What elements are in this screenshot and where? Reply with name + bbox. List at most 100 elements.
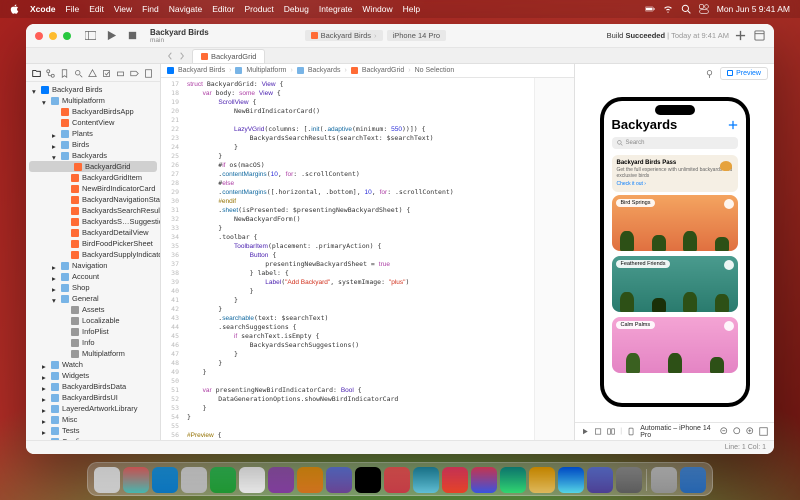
run-icon[interactable] xyxy=(106,30,117,41)
tree-item[interactable]: ▸Account xyxy=(26,271,160,282)
dock-downloads[interactable] xyxy=(651,467,677,493)
dock-trash[interactable] xyxy=(680,467,706,493)
stop-icon[interactable] xyxy=(127,30,138,41)
search-icon[interactable] xyxy=(681,4,691,14)
dock-settings[interactable] xyxy=(616,467,642,493)
dock-app1[interactable] xyxy=(442,467,468,493)
menubar-clock[interactable]: Mon Jun 5 9:41 AM xyxy=(717,4,790,14)
menu-navigate[interactable]: Navigate xyxy=(169,4,203,14)
tree-item[interactable]: ▸Birds xyxy=(26,139,160,150)
dock-messages[interactable] xyxy=(210,467,236,493)
device-settings-icon[interactable] xyxy=(627,427,635,436)
traffic-minimize[interactable] xyxy=(49,32,57,40)
device-selector[interactable]: Automatic – iPhone 14 Pro xyxy=(640,425,715,439)
tree-item[interactable]: Assets xyxy=(26,304,160,315)
find-navigator-icon[interactable] xyxy=(74,69,83,78)
zoom-out-icon[interactable] xyxy=(720,427,729,436)
menu-help[interactable]: Help xyxy=(403,4,420,14)
tree-item[interactable]: BirdFoodPickerSheet xyxy=(26,238,160,249)
tree-item[interactable]: InfoPlist xyxy=(26,326,160,337)
dock-news[interactable] xyxy=(413,467,439,493)
jump-bar[interactable]: Backyard Birds› Multiplatform› Backyards… xyxy=(161,64,574,78)
tree-item[interactable]: Multiplatform xyxy=(26,348,160,359)
traffic-zoom[interactable] xyxy=(63,32,71,40)
traffic-close[interactable] xyxy=(35,32,43,40)
dock-app2[interactable] xyxy=(471,467,497,493)
plus-icon[interactable] xyxy=(735,30,746,41)
preview-pass-card[interactable]: Backyard Birds Pass Get the full experie… xyxy=(612,155,738,192)
pin-icon[interactable] xyxy=(705,69,714,78)
tree-item[interactable]: ▸Tests xyxy=(26,425,160,436)
tree-item[interactable]: BackyardNavigationStack xyxy=(26,194,160,205)
project-navigator-icon[interactable] xyxy=(32,69,41,78)
live-icon[interactable] xyxy=(581,427,589,436)
dock-numbers[interactable] xyxy=(500,467,526,493)
dock-podcasts[interactable] xyxy=(268,467,294,493)
tree-item[interactable]: ▾Backyards xyxy=(26,150,160,161)
scheme-selector[interactable]: Backyard Birds› iPhone 14 Pro xyxy=(305,30,446,41)
zoom-actual-icon[interactable] xyxy=(733,427,742,436)
tree-item[interactable]: ▸Plants xyxy=(26,128,160,139)
report-navigator-icon[interactable] xyxy=(144,69,153,78)
dock-appstore[interactable] xyxy=(558,467,584,493)
battery-icon[interactable] xyxy=(645,4,655,14)
tab-back-icon[interactable] xyxy=(166,52,174,60)
preview-tile[interactable]: Bird Springs xyxy=(612,195,738,251)
tree-item[interactable]: Info xyxy=(26,337,160,348)
source-control-navigator-icon[interactable] xyxy=(46,69,55,78)
menu-debug[interactable]: Debug xyxy=(284,4,309,14)
tree-item[interactable]: BackyardsS…Suggestions xyxy=(26,216,160,227)
dock-keynote[interactable] xyxy=(529,467,555,493)
dock-mail[interactable] xyxy=(181,467,207,493)
variants-icon[interactable] xyxy=(607,427,615,436)
tree-item[interactable]: ▸BackyardBirdsUI xyxy=(26,392,160,403)
sidebar-toggle-icon[interactable] xyxy=(85,30,96,41)
test-navigator-icon[interactable] xyxy=(102,69,111,78)
tree-item[interactable]: ▸Navigation xyxy=(26,260,160,271)
bookmark-navigator-icon[interactable] xyxy=(60,69,69,78)
menu-window[interactable]: Window xyxy=(362,4,392,14)
dock-safari[interactable] xyxy=(152,467,178,493)
tree-item[interactable]: ▾Backyard Birds xyxy=(26,84,160,95)
minimap[interactable] xyxy=(534,78,574,440)
tree-item[interactable]: NewBirdIndicatorCard xyxy=(26,183,160,194)
tree-item[interactable]: ▸Widgets xyxy=(26,370,160,381)
tree-item[interactable]: BackyardsSearchResults xyxy=(26,205,160,216)
selectable-icon[interactable] xyxy=(594,427,602,436)
line-gutter[interactable]: 1718192021222324252627282930313233343536… xyxy=(161,78,183,440)
tree-item[interactable]: BackyardDetailView xyxy=(26,227,160,238)
tree-item[interactable]: ▸Misc xyxy=(26,414,160,425)
tree-item[interactable]: BackyardBirdsApp xyxy=(26,106,160,117)
tree-item[interactable]: ContentView xyxy=(26,117,160,128)
preview-tile[interactable]: Calm Palms xyxy=(612,317,738,373)
dock-finder[interactable] xyxy=(94,467,120,493)
tree-item[interactable]: BackyardGrid xyxy=(29,161,157,172)
debug-navigator-icon[interactable] xyxy=(116,69,125,78)
dock-calendar[interactable] xyxy=(239,467,265,493)
plus-icon[interactable] xyxy=(728,120,738,130)
menu-integrate[interactable]: Integrate xyxy=(319,4,353,14)
breakpoint-navigator-icon[interactable] xyxy=(130,69,139,78)
menu-app[interactable]: Xcode xyxy=(30,4,56,14)
zoom-fit-icon[interactable] xyxy=(759,427,768,436)
menu-view[interactable]: View xyxy=(114,4,132,14)
issue-navigator-icon[interactable] xyxy=(88,69,97,78)
dock-xcode[interactable] xyxy=(587,467,613,493)
tree-item[interactable]: ▾Multiplatform xyxy=(26,95,160,106)
preview-search-field[interactable]: Search xyxy=(612,137,738,149)
tree-item[interactable]: BackyardSupplyIndicator xyxy=(26,249,160,260)
preview-canvas[interactable]: Backyards Search Backyard Birds Pass Get… xyxy=(575,82,774,422)
control-center-icon[interactable] xyxy=(699,4,709,14)
menu-edit[interactable]: Edit xyxy=(89,4,104,14)
dock-launchpad[interactable] xyxy=(123,467,149,493)
tree-item[interactable]: Localizable xyxy=(26,315,160,326)
project-title[interactable]: Backyard Birds xyxy=(150,28,209,37)
menu-product[interactable]: Product xyxy=(244,4,273,14)
tree-item[interactable]: ▸BackyardBirdsData xyxy=(26,381,160,392)
zoom-in-icon[interactable] xyxy=(746,427,755,436)
dock-facetime[interactable] xyxy=(326,467,352,493)
preview-tile[interactable]: Feathered Friends xyxy=(612,256,738,312)
branch-name[interactable]: main xyxy=(150,37,164,44)
tree-item[interactable]: ▸Shop xyxy=(26,282,160,293)
dock-music[interactable] xyxy=(384,467,410,493)
